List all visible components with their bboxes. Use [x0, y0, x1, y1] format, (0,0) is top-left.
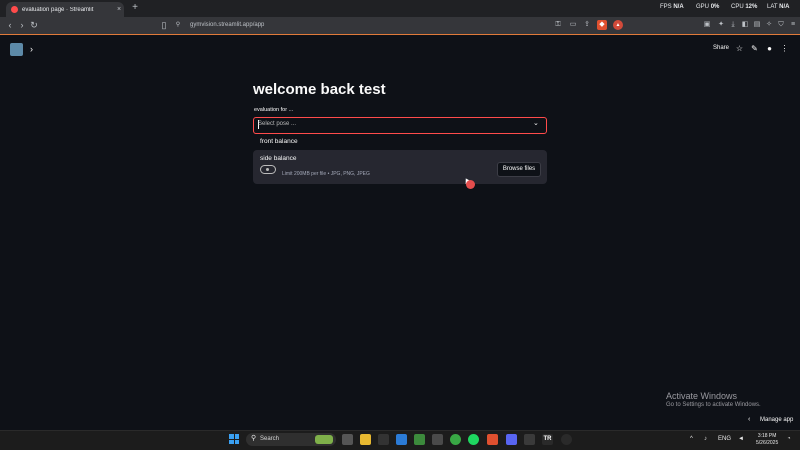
- url-bar[interactable]: gymvision.streamlit.app/app: [190, 22, 264, 28]
- sidebar-expand-chevron-icon[interactable]: ›: [30, 44, 33, 54]
- share-button[interactable]: Share: [713, 45, 729, 51]
- key-icon[interactable]: ⚿: [553, 20, 563, 30]
- microphone-icon[interactable]: ♪: [704, 436, 707, 442]
- github-icon[interactable]: ●: [764, 43, 775, 54]
- windows-start-icon[interactable]: [229, 434, 239, 444]
- xbox-icon[interactable]: [450, 434, 461, 445]
- app-dark-icon[interactable]: [524, 434, 535, 445]
- new-tab-button[interactable]: +: [129, 2, 141, 14]
- brave-shield-icon[interactable]: ◆: [597, 20, 607, 30]
- wallet-icon[interactable]: ▤: [752, 20, 762, 30]
- taskbar-date: 5/26/2025: [756, 440, 779, 446]
- task-view-icon[interactable]: [342, 434, 353, 445]
- loading-accent-line: [0, 34, 800, 35]
- tab-close-icon[interactable]: ×: [114, 6, 124, 13]
- discord-icon[interactable]: [506, 434, 517, 445]
- pose-select-placeholder: Select pose ...: [258, 121, 297, 127]
- extension-icon[interactable]: ▣: [702, 20, 712, 30]
- forward-icon[interactable]: ›: [16, 19, 28, 31]
- volume-icon[interactable]: ◄: [738, 436, 744, 442]
- tray-chevron-up-icon[interactable]: ^: [690, 436, 693, 442]
- extension-2-icon[interactable]: ✦: [716, 20, 726, 30]
- vscode-icon[interactable]: [396, 434, 407, 445]
- cpu-stat: CPU 12%: [731, 4, 758, 10]
- activate-windows-title: Activate Windows: [666, 391, 738, 401]
- brave-icon[interactable]: [487, 434, 498, 445]
- streamlit-favicon-icon: [11, 6, 18, 13]
- leo-ai-icon[interactable]: ✧: [764, 20, 774, 30]
- upload-limit-text: Limit 200MB per file • JPG, PNG, JPEG: [282, 171, 370, 177]
- pose-select[interactable]: [253, 117, 547, 134]
- file-explorer-icon[interactable]: [360, 434, 371, 445]
- search-highlight-art: [315, 435, 333, 444]
- option-front-balance[interactable]: front balance: [260, 138, 298, 145]
- taskbar-clock[interactable]: 3:18 PM 5/26/2025: [756, 433, 778, 447]
- terminal-icon[interactable]: [378, 434, 389, 445]
- gpu-stat: GPU 0%: [696, 4, 720, 10]
- sidebar-toggle-icon[interactable]: ◧: [740, 20, 750, 30]
- taskbar-time: 3:18 PM: [757, 433, 777, 439]
- select-label: evaluation for ...: [254, 107, 294, 113]
- share-page-icon[interactable]: ⇪: [582, 20, 592, 30]
- download-icon[interactable]: ⤓: [728, 20, 738, 30]
- browser-menu-icon[interactable]: ≡: [788, 20, 798, 30]
- lat-stat: LAT N/A: [767, 4, 790, 10]
- brave-rewards-icon[interactable]: ▲: [613, 20, 623, 30]
- edit-icon[interactable]: ✎: [749, 43, 760, 54]
- cast-icon[interactable]: ▭: [568, 20, 578, 30]
- app-green-icon[interactable]: [414, 434, 425, 445]
- spotify-icon[interactable]: [468, 434, 479, 445]
- notification-icon[interactable]: ◔: [787, 436, 791, 442]
- cursor-overlay-icon: [466, 180, 475, 189]
- browser-toolbar: [0, 17, 800, 34]
- browse-files-button[interactable]: Browse files: [497, 162, 541, 177]
- star-icon[interactable]: ☆: [734, 43, 745, 54]
- bookmark-icon[interactable]: ▯: [158, 19, 170, 31]
- page-title: welcome back test: [253, 81, 386, 98]
- vpn-shield-icon[interactable]: ⛉: [776, 20, 786, 30]
- taskbar-lang[interactable]: ENG: [718, 436, 731, 442]
- tab-title: evaluation page · Streamlit: [22, 6, 94, 13]
- browser-tab[interactable]: evaluation page · Streamlit ×: [6, 2, 124, 17]
- tr-app-icon[interactable]: TR: [542, 434, 553, 445]
- reload-icon[interactable]: ↻: [28, 19, 40, 31]
- option-side-balance[interactable]: side balance: [260, 155, 297, 162]
- fps-stat: FPS N/A: [660, 4, 684, 10]
- app-logo: [10, 43, 23, 56]
- manage-app-button[interactable]: Manage app: [760, 417, 793, 423]
- back-icon[interactable]: ‹: [4, 19, 16, 31]
- chevron-down-icon[interactable]: ⌄: [533, 119, 539, 127]
- taskbar-search-placeholder: Search: [260, 436, 280, 442]
- site-info-icon[interactable]: ⚲: [172, 19, 184, 31]
- menu-icon[interactable]: ⋮: [779, 43, 790, 54]
- search-icon: ⚲: [251, 435, 257, 442]
- notion-icon[interactable]: [432, 434, 443, 445]
- cloud-upload-arrow: [266, 168, 269, 171]
- activate-windows-subtitle: Go to Settings to activate Windows.: [666, 402, 761, 408]
- steam-icon[interactable]: [561, 434, 572, 445]
- manage-app-chevron-icon[interactable]: ‹: [748, 416, 750, 423]
